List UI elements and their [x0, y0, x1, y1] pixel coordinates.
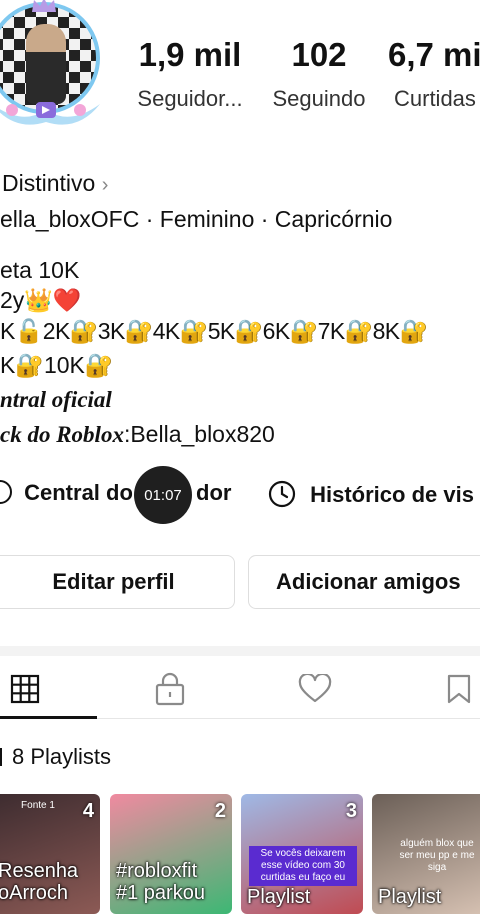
tab-liked[interactable]	[298, 672, 332, 704]
bio-line-6-rest: :Bella_blox820	[123, 421, 275, 447]
tab-active-indicator	[0, 716, 97, 719]
playlist-card[interactable]: 2 #robloxfit #1 parkou	[110, 794, 232, 914]
lock-icon	[155, 672, 185, 706]
followers-label: Seguidor...	[137, 86, 243, 111]
playlist-title-line-2: #1 parkou	[116, 882, 205, 904]
creator-center-link[interactable]: Central do	[0, 480, 133, 506]
edit-profile-button[interactable]: Editar perfil	[0, 555, 235, 609]
following-label: Seguindo	[272, 86, 366, 111]
clock-icon	[268, 480, 296, 508]
likes-label: Curtidas	[394, 86, 476, 111]
creator-center-label-end: dor	[196, 480, 232, 505]
stat-likes[interactable]: 6,7 mi Curtidas	[388, 36, 480, 112]
avatar[interactable]	[0, 0, 110, 130]
badge-label: Distintivo	[2, 170, 96, 196]
playlist-title: Playlist	[247, 886, 310, 908]
playlist-title-line-1: Playlist	[378, 886, 442, 908]
bookmark-icon	[447, 674, 471, 704]
badge-link[interactable]: Distintivo ›	[2, 170, 108, 197]
bio-line-2: 2y👑❤️	[0, 287, 82, 313]
playlist-card[interactable]: Fonte 1 4 Resenha oArroch	[0, 794, 100, 914]
playlist-video-count: 3	[345, 800, 357, 822]
video-timestamp: 01:07	[134, 466, 192, 524]
playlist-title: #robloxfit #1 parkou	[116, 860, 205, 904]
add-friends-button[interactable]: Adicionar amigos	[248, 555, 480, 609]
tab-saved[interactable]	[446, 674, 472, 704]
history-label: Histórico de vis	[310, 482, 474, 507]
bio-line-5: ntral oficial	[0, 387, 112, 412]
avatar-frame-decoration-icon	[0, 102, 100, 125]
playlist-title-line-1: Playlist	[247, 886, 311, 908]
playlist-title: Playlist	[378, 886, 441, 908]
playlist-top-caption: Fonte 1	[21, 800, 55, 811]
tab-private[interactable]	[154, 672, 186, 706]
playlist-caption: alguém blox que ser meu pp e me siga	[399, 838, 475, 873]
playlist-video-count: 4	[82, 800, 94, 822]
stat-following[interactable]: 102 Seguindo	[262, 36, 376, 112]
info-circle-icon	[0, 480, 12, 504]
playlists-count-label: 8 Playlists	[12, 744, 112, 769]
grid-icon	[10, 674, 40, 704]
chevron-right-icon: ›	[101, 174, 109, 196]
stat-followers[interactable]: 1,9 mil Seguidor...	[126, 36, 254, 112]
playlist-caption: Se vocês deixarem esse vídeo com 30 curt…	[249, 846, 357, 886]
playlist-card[interactable]: 3 Se vocês deixarem esse vídeo com 30 cu…	[241, 794, 363, 914]
playlists-header: 8 Playlists	[0, 744, 111, 770]
profile-info-line: ella_bloxOFC · Feminino · Capricórnio	[0, 206, 393, 232]
bio-line-6-bold: ck do Roblox	[0, 422, 124, 447]
bio-line-4: K🔐10K🔐	[0, 352, 114, 378]
bio-line-1: eta 10K	[0, 257, 80, 283]
playlist-title-line-2: oArroch	[0, 882, 69, 904]
creator-center-label: Central do	[24, 480, 133, 505]
playlist-card[interactable]: alguém blox que ser meu pp e me siga Pla…	[372, 794, 480, 914]
history-link[interactable]: Histórico de vis	[268, 480, 474, 508]
bio-line-6: ck do Roblox:Bella_blox820	[0, 421, 275, 448]
playlist-title-line-1: Resenha	[0, 860, 79, 882]
tab-videos[interactable]	[10, 674, 40, 704]
followers-count: 1,9 mil	[138, 36, 242, 73]
playlist-video-count: 2	[214, 800, 226, 822]
playlist-bar-icon	[0, 748, 2, 766]
heart-icon	[298, 672, 332, 703]
section-divider	[0, 646, 480, 656]
bio-line-3: K🔓2K🔐3K🔐4K🔐5K🔐6K🔐7K🔐8K🔐	[0, 318, 428, 344]
playlist-title-line-1: #robloxfit	[116, 860, 198, 882]
crown-icon	[32, 0, 56, 12]
likes-count: 6,7 mi	[388, 36, 480, 73]
following-count: 102	[291, 36, 347, 73]
playlist-title: Resenha oArroch	[0, 860, 78, 904]
